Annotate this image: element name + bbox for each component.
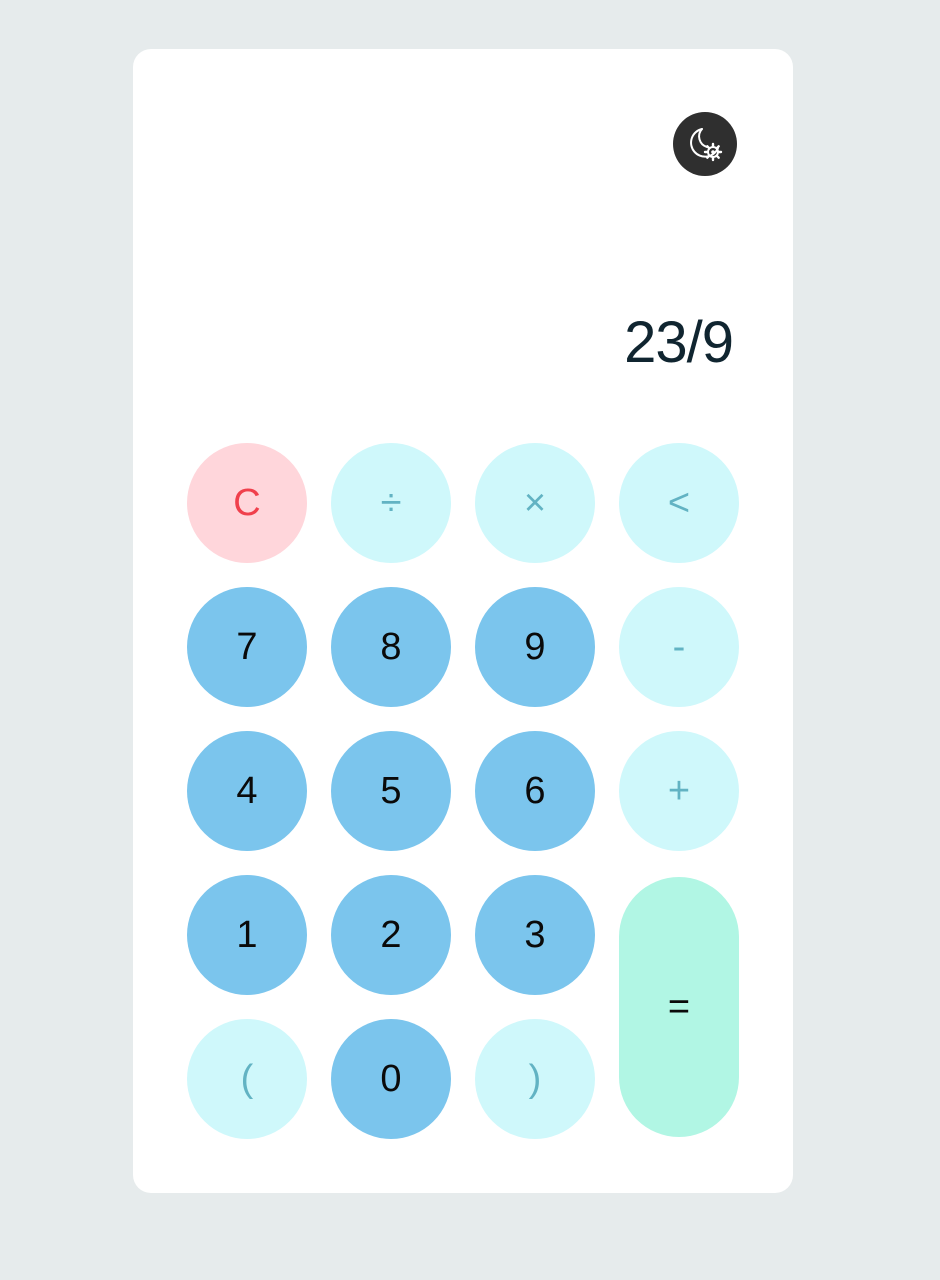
backspace-button[interactable]: < xyxy=(619,443,739,563)
divide-button[interactable]: ÷ xyxy=(331,443,451,563)
digit-4-button[interactable]: 4 xyxy=(187,731,307,851)
digit-9-button[interactable]: 9 xyxy=(475,587,595,707)
open-paren-button[interactable]: ( xyxy=(187,1019,307,1139)
digit-6-button[interactable]: 6 xyxy=(475,731,595,851)
digit-0-button[interactable]: 0 xyxy=(331,1019,451,1139)
clear-button[interactable]: C xyxy=(187,443,307,563)
digit-5-button[interactable]: 5 xyxy=(331,731,451,851)
theme-toggle-button[interactable] xyxy=(673,112,737,176)
multiply-button[interactable]: × xyxy=(475,443,595,563)
minus-button[interactable]: - xyxy=(619,587,739,707)
equals-button[interactable]: = xyxy=(619,877,739,1137)
close-paren-button[interactable]: ) xyxy=(475,1019,595,1139)
moon-gear-icon xyxy=(690,128,723,162)
calculator-card: 23/9 C ÷ × < 7 8 9 - 4 5 6 + 1 2 3 = ( 0… xyxy=(133,49,793,1193)
digit-2-button[interactable]: 2 xyxy=(331,875,451,995)
digit-3-button[interactable]: 3 xyxy=(475,875,595,995)
calculator-display: 23/9 xyxy=(624,310,734,375)
digit-7-button[interactable]: 7 xyxy=(187,587,307,707)
plus-button[interactable]: + xyxy=(619,731,739,851)
digit-8-button[interactable]: 8 xyxy=(331,587,451,707)
digit-1-button[interactable]: 1 xyxy=(187,875,307,995)
